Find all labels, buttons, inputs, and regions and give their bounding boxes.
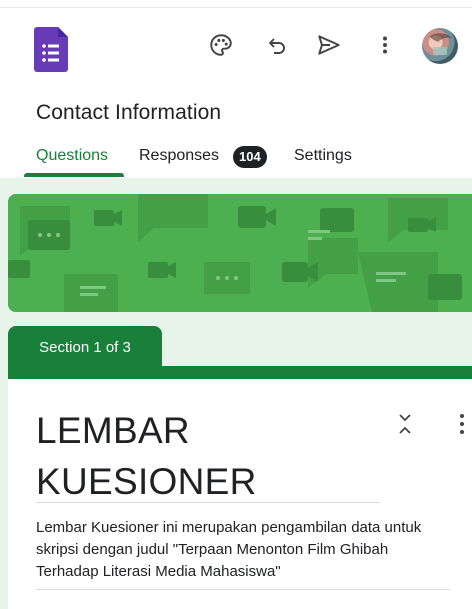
section-more-icon[interactable]: [452, 411, 472, 437]
title-underline: [36, 502, 380, 503]
collapse-section-icon[interactable]: [395, 411, 415, 437]
banner-pattern: [8, 194, 472, 312]
section-tab: Section 1 of 3: [8, 326, 162, 368]
form-title[interactable]: Contact Information: [36, 101, 221, 125]
section-description[interactable]: Lembar Kuesioner ini merupakan pengambil…: [36, 517, 446, 583]
responses-count-badge: 104: [233, 146, 267, 168]
description-underline: [36, 589, 450, 590]
tab-responses[interactable]: Responses: [139, 147, 219, 165]
undo-icon[interactable]: [262, 30, 292, 60]
tab-settings[interactable]: Settings: [294, 147, 352, 165]
tab-questions[interactable]: Questions: [36, 147, 108, 165]
send-icon[interactable]: [314, 30, 344, 60]
active-tab-indicator: [24, 173, 124, 177]
section-title[interactable]: LEMBAR KUESIONER: [36, 405, 356, 507]
avatar[interactable]: [422, 28, 458, 64]
top-edge: [0, 0, 472, 8]
section-bar: [8, 366, 472, 380]
forms-app-icon[interactable]: [34, 27, 68, 72]
palette-icon[interactable]: [206, 30, 236, 60]
header-banner: [8, 194, 472, 312]
more-vert-icon[interactable]: [370, 30, 400, 60]
